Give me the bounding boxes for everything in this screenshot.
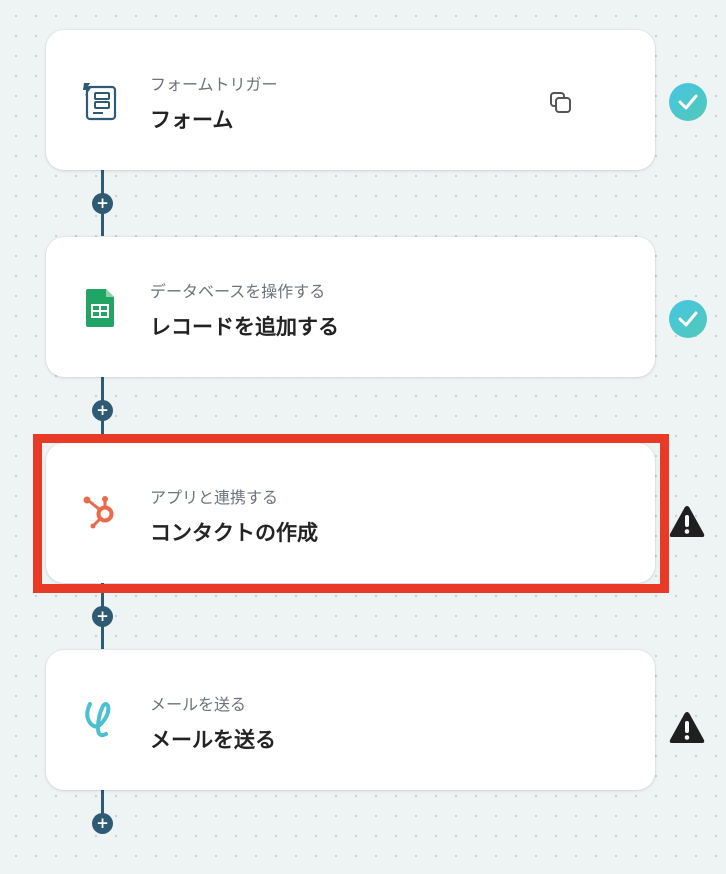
step-card-form-trigger[interactable]: フォームトリガー フォーム	[46, 30, 655, 170]
google-sheets-icon	[78, 285, 122, 329]
add-step-button[interactable]: +	[92, 400, 113, 421]
step-title: コンタクトの作成	[150, 521, 318, 545]
add-step-button[interactable]: +	[92, 193, 113, 214]
step-status-check-icon	[669, 300, 707, 338]
step-category: データベースを操作する	[150, 282, 326, 301]
step-status-check-icon	[669, 83, 707, 121]
step-category: アプリと連携する	[150, 488, 279, 507]
add-step-button[interactable]: +	[92, 606, 113, 627]
copy-icon[interactable]	[548, 90, 574, 116]
step-category: メールを送る	[150, 695, 247, 714]
step-category: フォームトリガー	[150, 75, 278, 94]
step-status-warning-icon	[668, 710, 706, 746]
step-title: メールを送る	[150, 728, 276, 752]
step-status-warning-icon	[668, 504, 706, 540]
step-title: フォーム	[150, 108, 234, 132]
add-step-button[interactable]: +	[92, 813, 113, 834]
step-card-send-mail[interactable]: メールを送る メールを送る	[46, 650, 655, 790]
step-card-app-integration[interactable]: アプリと連携する コンタクトの作成	[46, 443, 655, 583]
step-title: レコードを追加する	[150, 315, 339, 339]
connector-line-4	[101, 790, 104, 814]
step-card-database[interactable]: データベースを操作する レコードを追加する	[46, 237, 655, 377]
hubspot-icon	[78, 491, 122, 535]
form-trigger-icon	[78, 78, 122, 122]
mail-icon	[78, 698, 122, 742]
